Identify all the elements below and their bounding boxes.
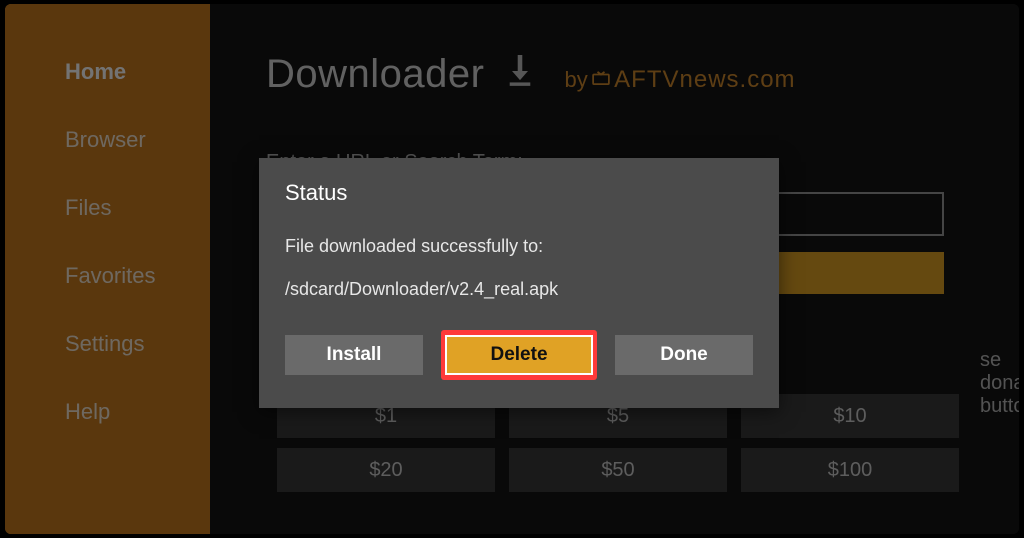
sidebar-item-files[interactable]: Files xyxy=(65,195,210,221)
sidebar: Home Browser Files Favorites Settings He… xyxy=(5,4,210,534)
delete-button-highlight: Delete xyxy=(441,330,597,380)
brand-name: AFTVnews.com xyxy=(614,66,795,93)
download-arrow-icon xyxy=(506,55,534,87)
status-modal: Status File downloaded successfully to: … xyxy=(259,158,779,408)
donate-100-button[interactable]: $100 xyxy=(741,448,959,492)
modal-file-path: /sdcard/Downloader/v2.4_real.apk xyxy=(285,279,753,300)
done-button[interactable]: Done xyxy=(615,335,753,375)
modal-message: File downloaded successfully to: xyxy=(285,236,753,257)
donation-label: se donation buttons: xyxy=(980,349,1019,418)
install-button[interactable]: Install xyxy=(285,335,423,375)
sidebar-item-help[interactable]: Help xyxy=(65,399,210,425)
donate-20-button[interactable]: $20 xyxy=(277,448,495,492)
sidebar-item-browser[interactable]: Browser xyxy=(65,127,210,153)
sidebar-item-home[interactable]: Home xyxy=(65,59,210,85)
by-label: by xyxy=(564,67,587,92)
delete-button[interactable]: Delete xyxy=(445,335,593,375)
app-title: Downloader xyxy=(266,52,484,97)
sidebar-item-favorites[interactable]: Favorites xyxy=(65,263,210,289)
tv-icon xyxy=(592,71,610,85)
modal-actions: Install Delete Done xyxy=(285,330,753,380)
donate-50-button[interactable]: $50 xyxy=(509,448,727,492)
modal-title: Status xyxy=(285,180,753,206)
sidebar-item-settings[interactable]: Settings xyxy=(65,331,210,357)
donation-row-2: $20 $50 $100 xyxy=(277,448,959,492)
